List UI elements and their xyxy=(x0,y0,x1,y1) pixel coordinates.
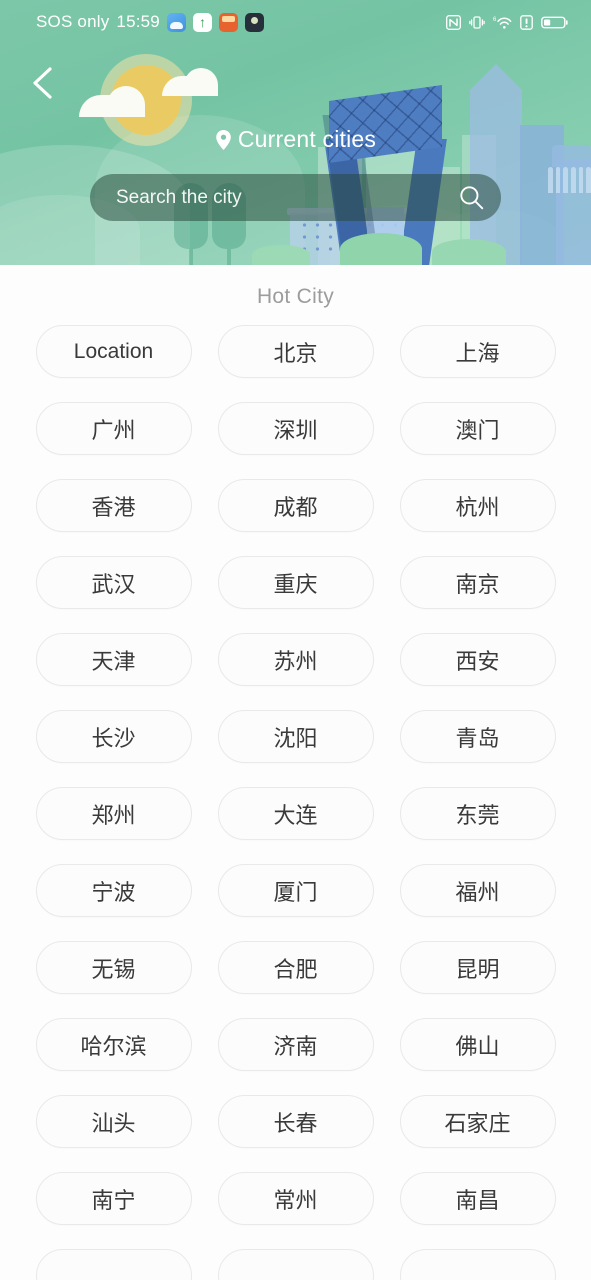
cloud-icon xyxy=(162,68,218,96)
city-chip[interactable]: 长沙 xyxy=(35,710,192,763)
status-bar-left: SOS only 15:59 xyxy=(36,12,264,32)
city-chip[interactable]: 宁波 xyxy=(35,864,192,917)
city-chip[interactable]: 南昌 xyxy=(399,1172,556,1225)
battery-icon xyxy=(541,16,568,28)
colonnade-building-icon xyxy=(548,167,591,193)
status-bar: SOS only 15:59 6 xyxy=(0,0,591,44)
city-chip[interactable]: 福州 xyxy=(399,864,556,917)
city-chip[interactable]: 西安 xyxy=(399,633,556,686)
city-chip[interactable] xyxy=(217,1249,374,1280)
city-chip[interactable]: 南京 xyxy=(399,556,556,609)
search-icon xyxy=(459,186,483,210)
city-chip[interactable]: 青岛 xyxy=(399,710,556,763)
chevron-left-icon xyxy=(33,67,52,99)
city-chip[interactable]: 南宁 xyxy=(35,1172,192,1225)
city-chip[interactable]: 合肥 xyxy=(217,941,374,994)
upload-arrow-icon xyxy=(192,12,212,32)
city-chip[interactable]: 长春 xyxy=(217,1095,374,1148)
wifi-6-icon: 6 xyxy=(493,17,512,29)
city-chip[interactable]: 深圳 xyxy=(217,402,374,455)
orange-app-icon xyxy=(218,12,238,32)
city-chip[interactable]: 苏州 xyxy=(217,633,374,686)
clock-label: 15:59 xyxy=(116,12,160,31)
city-chip[interactable]: 厦门 xyxy=(217,864,374,917)
location-pin-icon xyxy=(216,129,231,150)
nfc-icon xyxy=(446,14,461,30)
city-chip[interactable]: 昆明 xyxy=(399,941,556,994)
svg-text:6: 6 xyxy=(493,17,497,23)
page-title-row: Current cities xyxy=(0,126,591,153)
city-chip[interactable]: 香港 xyxy=(35,479,192,532)
city-chip[interactable]: 哈尔滨 xyxy=(35,1018,192,1071)
city-chip[interactable]: 杭州 xyxy=(399,479,556,532)
search-bar[interactable] xyxy=(90,174,501,221)
bush-shape xyxy=(432,239,506,265)
city-chip[interactable]: 成都 xyxy=(217,479,374,532)
search-input[interactable] xyxy=(90,186,441,209)
city-chip[interactable]: 大连 xyxy=(217,787,374,840)
city-chip[interactable]: 东莞 xyxy=(399,787,556,840)
city-chip[interactable]: 无锡 xyxy=(35,941,192,994)
city-chip[interactable]: 石家庄 xyxy=(399,1095,556,1148)
header-banner: SOS only 15:59 6 xyxy=(0,0,591,265)
city-chip-grid: Location 北京 上海广州 深圳 澳门香港 成都 杭州武汉 重庆 南京天津 苏州 西安长沙 沈阳… xyxy=(0,325,591,1280)
weather-app-icon xyxy=(166,12,186,32)
city-chip[interactable]: 天津 xyxy=(35,633,192,686)
sim-alert-icon xyxy=(520,14,533,30)
city-chip[interactable]: 佛山 xyxy=(399,1018,556,1071)
city-chip[interactable]: 武汉 xyxy=(35,556,192,609)
city-list-panel: Hot City Location 北京 上海广州 深圳 澳门香港 成都 杭州武汉 重庆 南京天… xyxy=(0,265,591,1280)
status-bar-right: 6 xyxy=(446,14,569,30)
hot-city-heading: Hot City xyxy=(256,285,335,308)
city-chip[interactable] xyxy=(399,1249,556,1280)
page-title: Current cities xyxy=(237,126,377,152)
city-chip[interactable]: 上海 xyxy=(399,325,556,378)
city-chip[interactable]: 郑州 xyxy=(35,787,192,840)
city-picker-screen: SOS only 15:59 6 xyxy=(0,0,591,1280)
bush-shape xyxy=(340,233,422,265)
city-chip[interactable]: 沈阳 xyxy=(217,710,374,763)
city-chip[interactable]: 济南 xyxy=(217,1018,374,1071)
search-button[interactable] xyxy=(441,174,501,221)
city-chip[interactable]: 广州 xyxy=(35,402,192,455)
back-button[interactable] xyxy=(26,62,60,104)
city-chip[interactable]: 常州 xyxy=(217,1172,374,1225)
city-chip[interactable]: 北京 xyxy=(217,325,374,378)
bush-shape xyxy=(252,245,310,265)
city-chip[interactable] xyxy=(35,1249,192,1280)
carrier-label: SOS only xyxy=(36,12,110,31)
vibrate-icon xyxy=(469,15,485,29)
city-chip[interactable]: Location xyxy=(35,325,192,378)
cloud-icon xyxy=(79,86,145,117)
dark-app-icon xyxy=(244,12,264,32)
city-chip[interactable]: 汕头 xyxy=(35,1095,192,1148)
city-chip[interactable]: 重庆 xyxy=(217,556,374,609)
city-chip[interactable]: 澳门 xyxy=(399,402,556,455)
